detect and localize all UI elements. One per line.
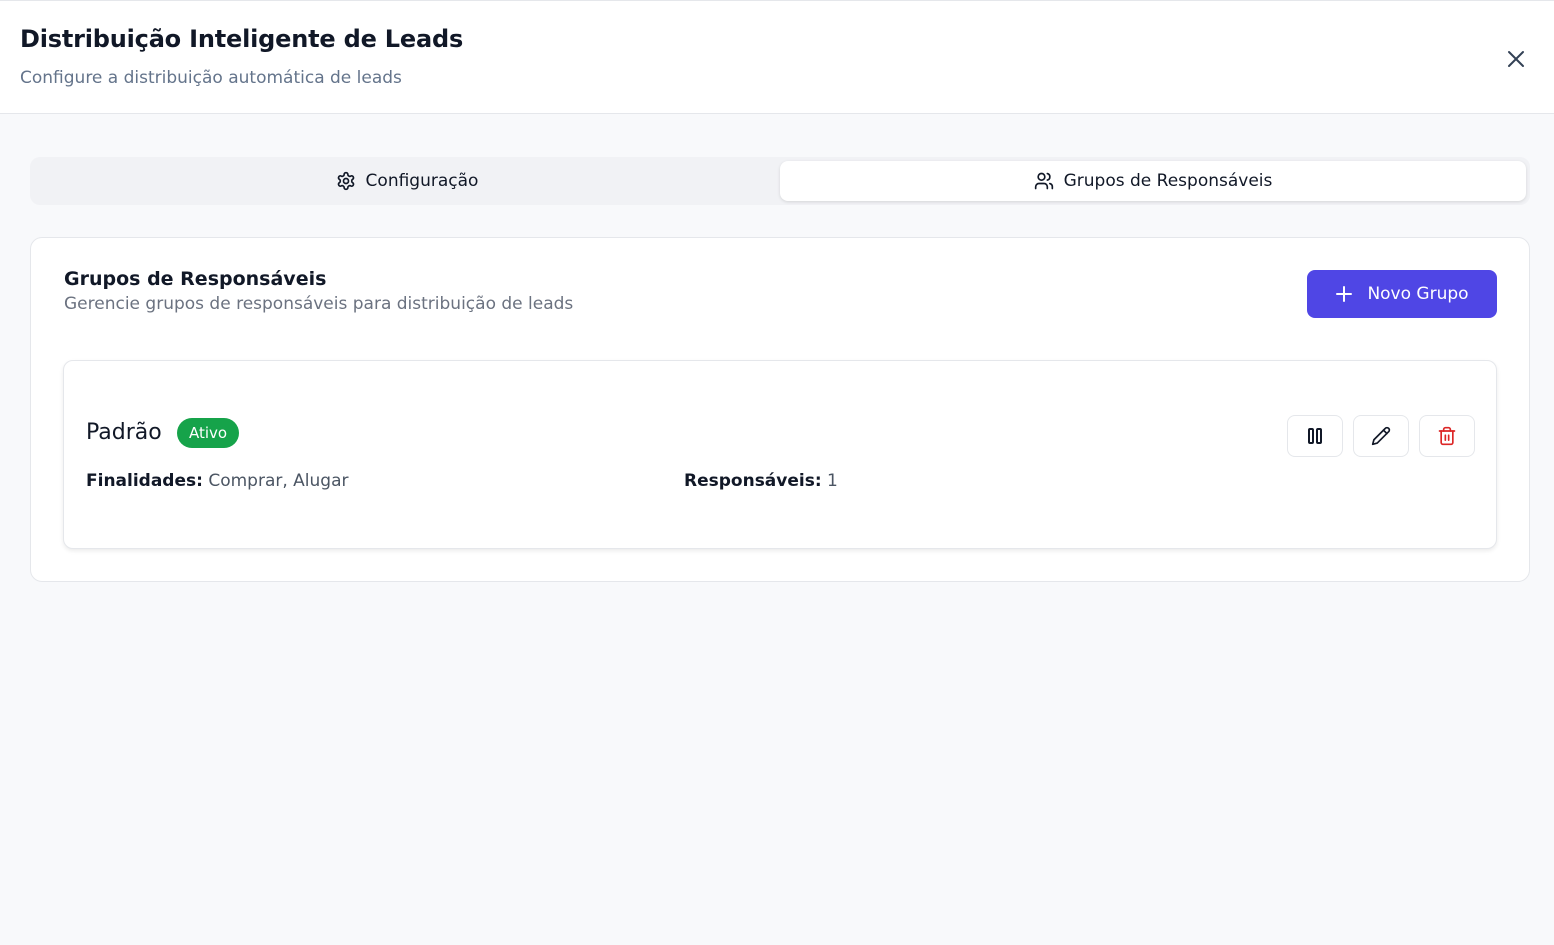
dialog-header: Distribuição Inteligente de Leads Config… (0, 0, 1554, 114)
pause-button[interactable] (1287, 415, 1343, 457)
new-group-label: Novo Grupo (1367, 284, 1469, 304)
dialog-title: Distribuição Inteligente de Leads (20, 25, 464, 53)
new-group-button[interactable]: Novo Grupo (1307, 270, 1497, 318)
plus-icon (1336, 286, 1353, 302)
dialog-subtitle: Configure a distribuição automática de l… (20, 68, 402, 88)
users-icon (1034, 172, 1053, 190)
group-responsaveis: Responsáveis: 1 (684, 471, 838, 491)
pencil-icon (1371, 426, 1391, 446)
tab-grupos-responsaveis[interactable]: Grupos de Responsáveis (780, 161, 1526, 201)
tab-configuracao[interactable]: Configuração (34, 161, 780, 201)
pause-icon (1308, 428, 1322, 444)
groups-section-card: Grupos de Responsáveis Gerencie grupos d… (30, 237, 1530, 582)
group-card: Padrão Ativo Finalidades: Comprar, Aluga… (63, 360, 1497, 549)
responsaveis-label: Responsáveis: (684, 471, 822, 491)
tab-bar: Configuração Grupos de Responsáveis (30, 157, 1530, 205)
trash-icon (1438, 426, 1456, 446)
tab-grupos-label: Grupos de Responsáveis (1063, 171, 1273, 191)
tab-configuracao-label: Configuração (365, 171, 479, 191)
edit-button[interactable] (1353, 415, 1409, 457)
group-name: Padrão (86, 420, 162, 445)
responsaveis-value: 1 (827, 471, 838, 491)
finalidades-label: Finalidades: (86, 471, 203, 491)
section-title: Grupos de Responsáveis (64, 268, 327, 290)
section-subtitle: Gerencie grupos de responsáveis para dis… (64, 294, 574, 314)
finalidades-value: Comprar, Alugar (208, 471, 349, 491)
gear-icon (337, 171, 354, 191)
status-badge: Ativo (177, 418, 240, 448)
close-icon (1508, 51, 1524, 67)
group-finalidades: Finalidades: Comprar, Alugar (86, 471, 349, 491)
delete-button[interactable] (1419, 415, 1475, 457)
close-button[interactable] (1502, 45, 1530, 73)
